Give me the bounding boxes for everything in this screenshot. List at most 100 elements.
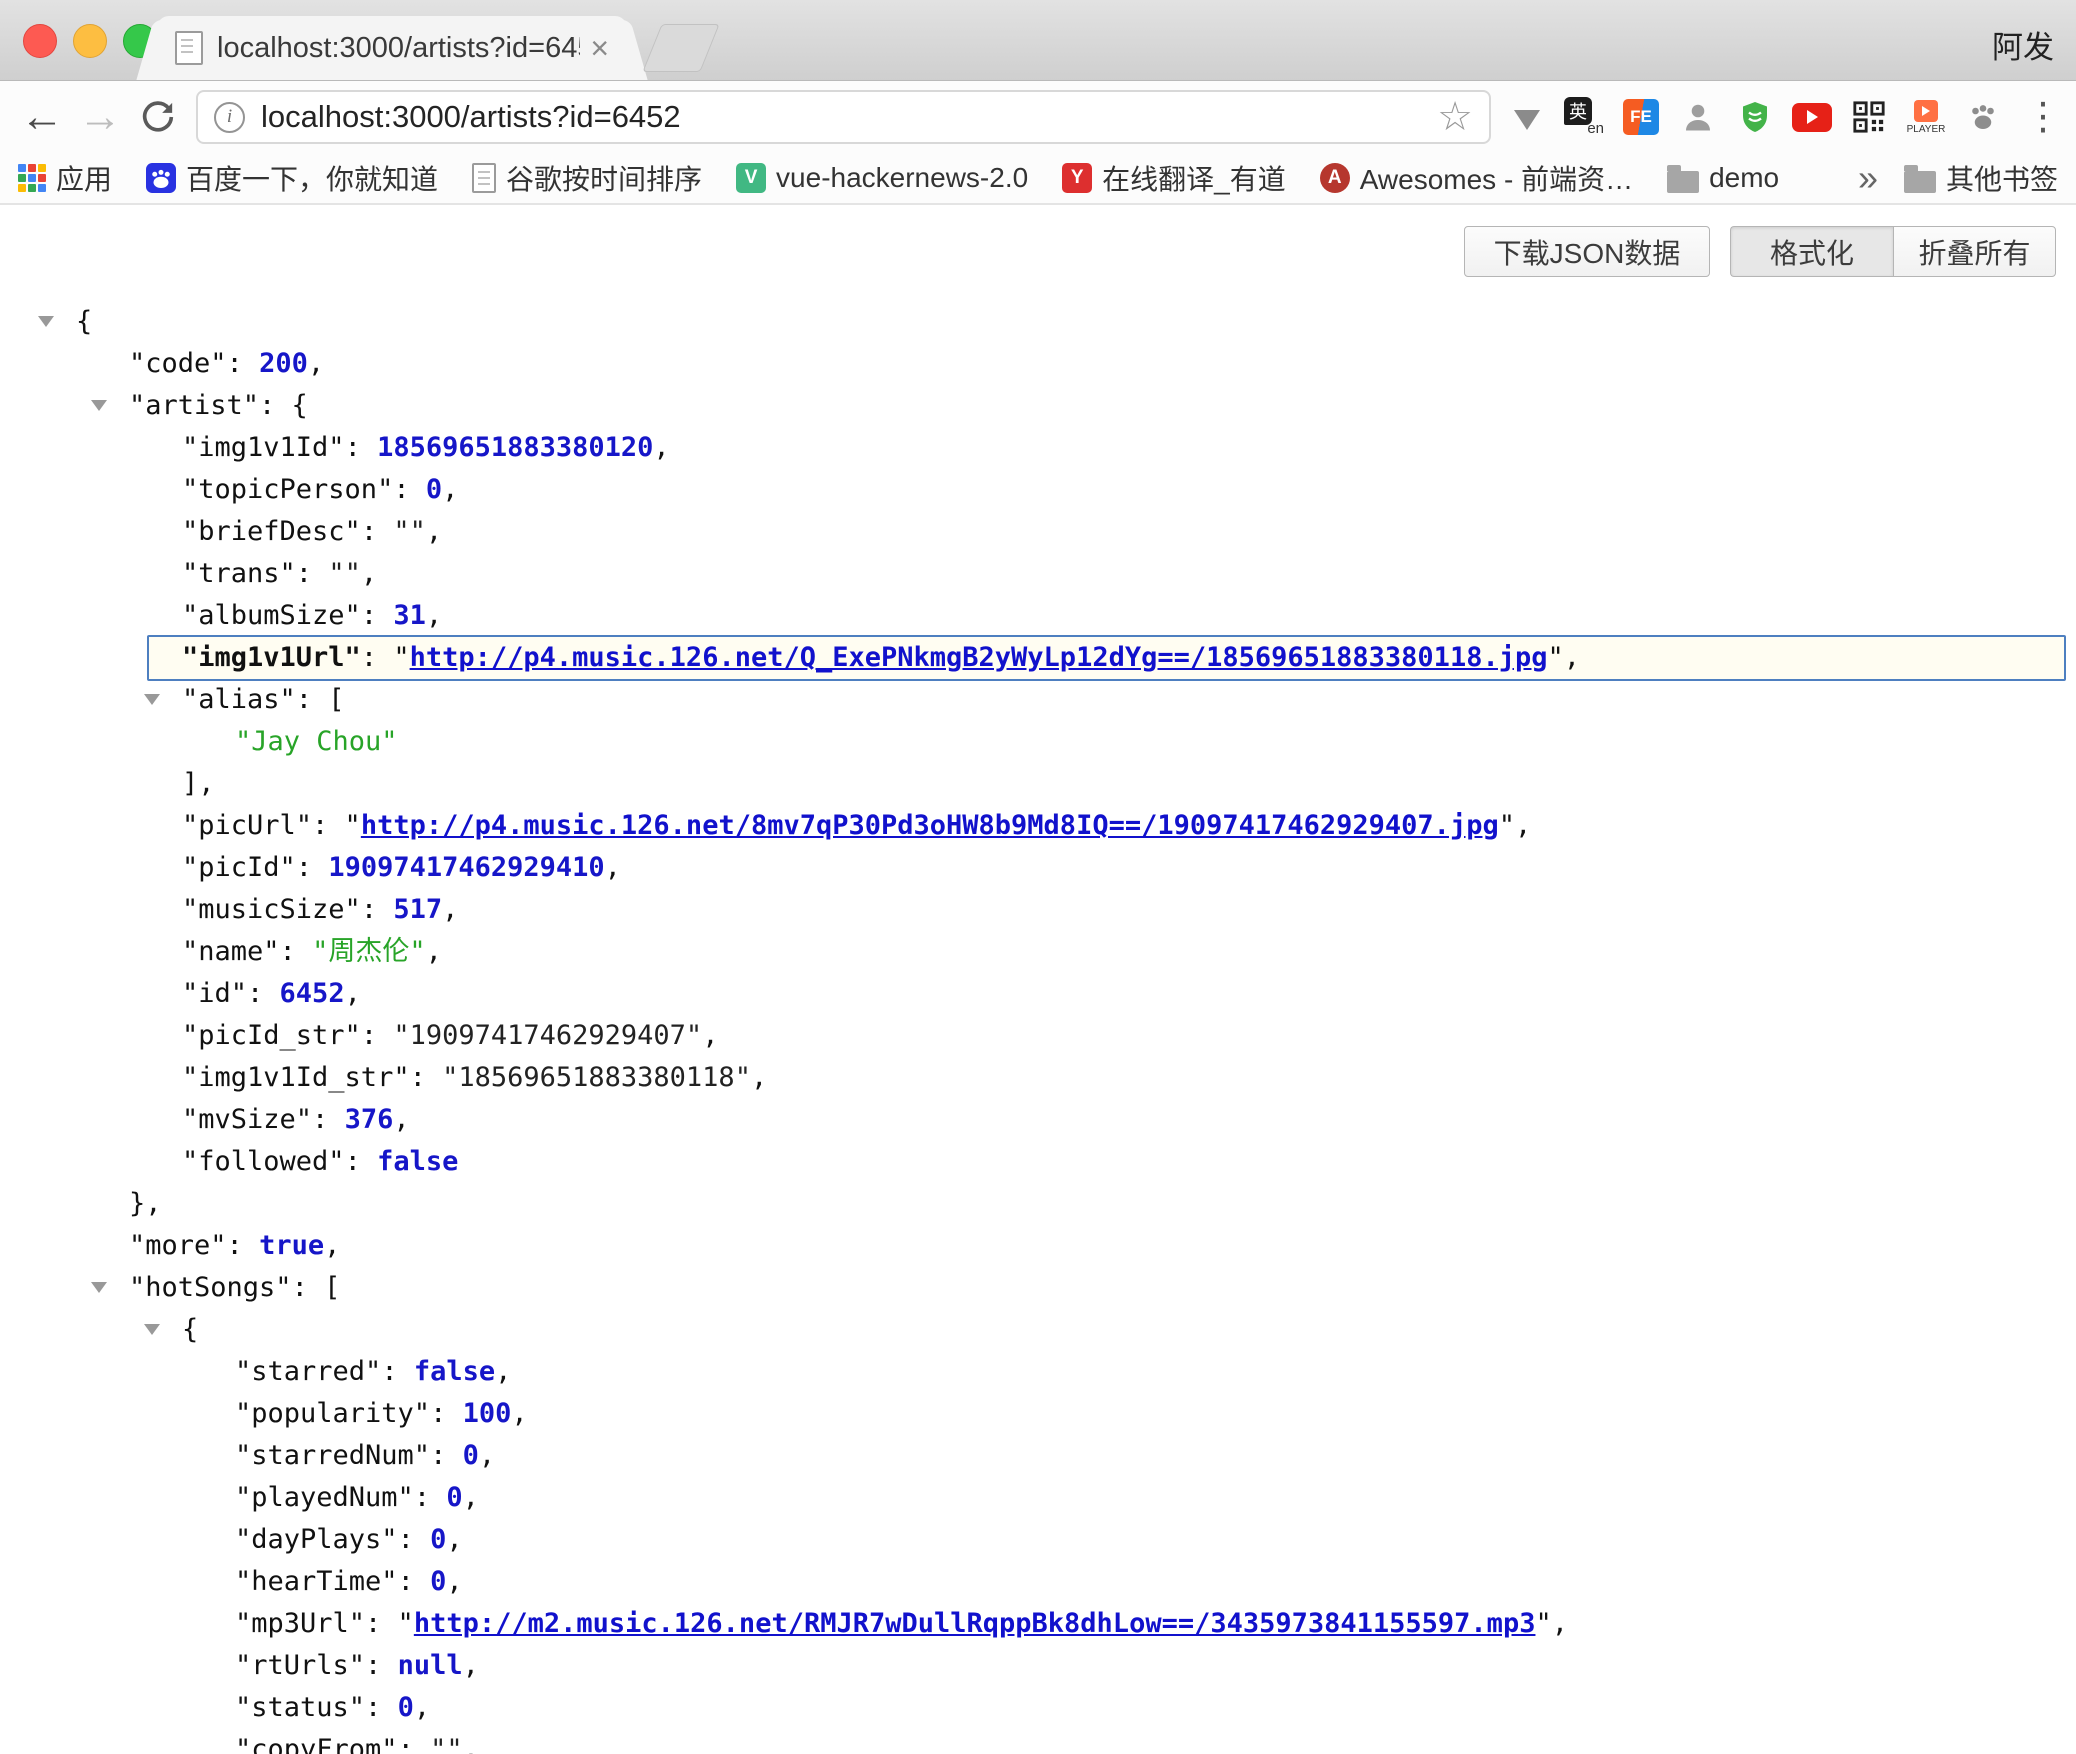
browser-tab[interactable]: localhost:3000/artists?id=645 ×	[157, 16, 627, 80]
json-token: :	[365, 1650, 398, 1681]
json-line: "topicPerson": 0,	[0, 469, 2076, 511]
json-token: },	[129, 1188, 162, 1219]
extension-translate-icon[interactable]: 英 en	[1564, 97, 1604, 137]
json-token: "copyFrom"	[235, 1734, 398, 1754]
json-token: :	[296, 852, 329, 883]
fe-glyph: FE	[1623, 99, 1659, 135]
json-token: 0	[398, 1692, 414, 1723]
bookmark-youdao-translate[interactable]: Y 在线翻译_有道	[1062, 158, 1286, 198]
json-token: ,	[605, 852, 621, 883]
tab-close-icon[interactable]: ×	[590, 32, 609, 64]
json-token: ,	[426, 600, 442, 631]
extension-fe-icon[interactable]: FE	[1621, 97, 1661, 137]
profile-name[interactable]: 阿发	[1992, 22, 2054, 67]
json-token: ,	[463, 1734, 479, 1754]
json-token: 200	[259, 348, 308, 379]
json-token: :	[280, 936, 313, 967]
json-token: ,	[446, 1524, 462, 1555]
extension-profile-icon[interactable]	[1678, 97, 1718, 137]
json-line: "followed": false	[0, 1141, 2076, 1183]
json-token: "19097417462929407"	[393, 1020, 702, 1051]
forward-icon[interactable]: →	[78, 95, 122, 139]
reload-icon[interactable]	[138, 97, 178, 137]
collapse-triangle-icon[interactable]	[91, 1282, 107, 1293]
bookmark-awesomes[interactable]: A Awesomes - 前端资…	[1320, 158, 1633, 198]
extension-paw-icon[interactable]	[1963, 97, 2003, 137]
viewer-actions: 下载JSON数据 格式化 折叠所有	[1464, 226, 2056, 277]
page-info-icon[interactable]: i	[214, 102, 245, 133]
json-token: :	[227, 348, 260, 379]
collapse-triangle-icon[interactable]	[144, 1324, 160, 1335]
extension-youtube-icon[interactable]	[1792, 97, 1832, 137]
json-url-link[interactable]: http://m2.music.126.net/RMJR7wDullRqppBk…	[414, 1608, 1536, 1639]
download-json-button[interactable]: 下载JSON数据	[1464, 226, 1710, 277]
json-token: "popularity"	[235, 1398, 430, 1429]
collapse-triangle-icon[interactable]	[38, 316, 54, 327]
bookmark-folder-demo[interactable]: demo	[1667, 162, 1779, 194]
bookmark-baidu[interactable]: 百度一下，你就知道	[146, 158, 438, 198]
shield-icon	[1737, 99, 1773, 135]
json-token: ,	[442, 894, 458, 925]
new-tab-button[interactable]	[642, 24, 719, 72]
browser-menu-icon[interactable]: ⋮	[2024, 98, 2062, 136]
json-line: "img1v1Id_str": "18569651883380118",	[0, 1057, 2076, 1099]
browser-window: localhost:3000/artists?id=645 × 阿发 ← → i…	[0, 0, 2076, 1754]
json-token: "trans"	[182, 558, 296, 589]
json-token: "img1v1Id"	[182, 432, 345, 463]
json-line: "alias": [	[0, 679, 2076, 721]
bookmark-star-icon[interactable]: ☆	[1437, 97, 1473, 137]
json-token: "rtUrls"	[235, 1650, 365, 1681]
bookmark-vue-hackernews[interactable]: V vue-hackernews-2.0	[736, 162, 1028, 194]
json-line: "albumSize": 31,	[0, 595, 2076, 637]
collapse-triangle-icon[interactable]	[91, 400, 107, 411]
other-bookmarks-folder[interactable]: 其他书签	[1904, 158, 2058, 198]
json-token: "周杰伦"	[312, 936, 426, 967]
json-url-link[interactable]: http://p4.music.126.net/8mv7qP30Pd3oHW8b…	[361, 810, 1499, 841]
address-bar[interactable]: i localhost:3000/artists?id=6452 ☆	[196, 90, 1491, 144]
bookmark-google-sort[interactable]: 谷歌按时间排序	[472, 158, 702, 198]
json-url-link[interactable]: http://p4.music.126.net/Q_ExePNkmgB2yWyL…	[410, 642, 1548, 673]
json-token: 0	[430, 1566, 446, 1597]
json-token: 376	[345, 1104, 394, 1135]
json-token: ,	[463, 1482, 479, 1513]
json-token: :	[361, 1020, 394, 1051]
extension-dart-icon[interactable]	[1507, 97, 1547, 137]
bookmarks-bar: 应用 百度一下，你就知道 谷歌按时间排序 V vue-hackernews-2.…	[0, 153, 2076, 205]
bookmark-apps[interactable]: 应用	[18, 158, 112, 198]
json-token: "mp3Url"	[235, 1608, 365, 1639]
collapse-all-button[interactable]: 折叠所有	[1893, 226, 2056, 277]
collapse-triangle-icon[interactable]	[144, 694, 160, 705]
json-token: "albumSize"	[182, 600, 361, 631]
json-token: "id"	[182, 978, 247, 1009]
json-token: "picUrl"	[182, 810, 312, 841]
json-line: "name": "周杰伦",	[0, 931, 2076, 973]
json-token: ,	[426, 936, 442, 967]
folder-icon	[1667, 171, 1699, 193]
format-button[interactable]: 格式化	[1730, 226, 1893, 277]
minimize-window-button[interactable]	[73, 24, 107, 58]
json-line: ],	[0, 763, 2076, 805]
paw-icon	[1965, 99, 2001, 135]
json-token: "code"	[129, 348, 227, 379]
url-text[interactable]: localhost:3000/artists?id=6452	[261, 99, 1437, 135]
json-token: "picId"	[182, 852, 296, 883]
json-token: ,	[345, 978, 361, 1009]
bookmarks-overflow-icon[interactable]: »	[1858, 160, 1878, 196]
json-line: "starredNum": 0,	[0, 1435, 2076, 1477]
close-window-button[interactable]	[23, 24, 57, 58]
extension-player-icon[interactable]: PLAYER	[1906, 97, 1946, 137]
extension-shield-icon[interactable]	[1735, 97, 1775, 137]
json-token: :	[361, 516, 394, 547]
json-token: ""	[430, 1734, 463, 1754]
json-line: "musicSize": 517,	[0, 889, 2076, 931]
youtube-play-icon	[1792, 103, 1832, 132]
back-icon[interactable]: ←	[20, 95, 64, 139]
json-token: 31	[393, 600, 426, 631]
json-line: "rtUrls": null,	[0, 1645, 2076, 1687]
json-token: : [	[296, 684, 345, 715]
json-token: : [	[292, 1272, 341, 1303]
json-token: "picId_str"	[182, 1020, 361, 1051]
extension-qrcode-icon[interactable]	[1849, 97, 1889, 137]
json-token: "hearTime"	[235, 1566, 398, 1597]
json-line-highlighted: "img1v1Url": "http://p4.music.126.net/Q_…	[147, 635, 2066, 681]
